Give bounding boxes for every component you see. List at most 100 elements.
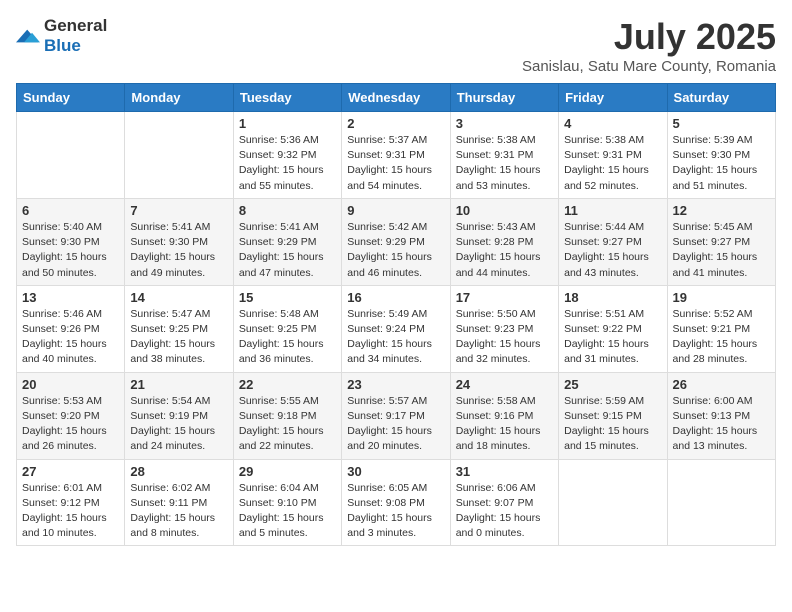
col-sunday: Sunday bbox=[17, 84, 125, 112]
day-number: 10 bbox=[456, 203, 553, 218]
day-number: 11 bbox=[564, 203, 661, 218]
day-info: Sunrise: 5:48 AM Sunset: 9:25 PM Dayligh… bbox=[239, 307, 336, 368]
day-number: 3 bbox=[456, 116, 553, 131]
calendar-week-row: 6 Sunrise: 5:40 AM Sunset: 9:30 PM Daylig… bbox=[17, 198, 776, 285]
calendar-cell: 5 Sunrise: 5:39 AM Sunset: 9:30 PM Daylig… bbox=[667, 112, 775, 199]
logo-icon bbox=[16, 26, 40, 46]
day-number: 6 bbox=[22, 203, 119, 218]
calendar-cell: 26Sunrise: 6:00 AM Sunset: 9:13 PM Dayli… bbox=[667, 372, 775, 459]
day-number: 8 bbox=[239, 203, 336, 218]
calendar-cell: 20Sunrise: 5:53 AM Sunset: 9:20 PM Dayli… bbox=[17, 372, 125, 459]
day-info: Sunrise: 5:41 AM Sunset: 9:29 PM Dayligh… bbox=[239, 220, 336, 281]
calendar-cell: 7 Sunrise: 5:41 AM Sunset: 9:30 PM Daylig… bbox=[125, 198, 233, 285]
calendar-cell: 30 Sunrise: 6:05 AM Sunset: 9:08 PM Dayli… bbox=[342, 459, 450, 546]
calendar-header-row: Sunday Monday Tuesday Wednesday Thursday… bbox=[17, 84, 776, 112]
day-info: Sunrise: 5:40 AM Sunset: 9:30 PM Dayligh… bbox=[22, 220, 119, 281]
day-number: 30 bbox=[347, 464, 444, 479]
day-info: Sunrise: 5:46 AM Sunset: 9:26 PM Dayligh… bbox=[22, 307, 119, 368]
day-info: Sunrise: 5:57 AM Sunset: 9:17 PM Dayligh… bbox=[347, 394, 444, 455]
day-number: 5 bbox=[673, 116, 770, 131]
day-number: 16 bbox=[347, 290, 444, 305]
calendar-cell: 24Sunrise: 5:58 AM Sunset: 9:16 PM Dayli… bbox=[450, 372, 558, 459]
day-info: Sunrise: 5:52 AM Sunset: 9:21 PM Dayligh… bbox=[673, 307, 770, 368]
calendar-cell bbox=[559, 459, 667, 546]
calendar-cell: 6 Sunrise: 5:40 AM Sunset: 9:30 PM Daylig… bbox=[17, 198, 125, 285]
calendar-cell: 19Sunrise: 5:52 AM Sunset: 9:21 PM Dayli… bbox=[667, 285, 775, 372]
day-number: 17 bbox=[456, 290, 553, 305]
logo: General Blue bbox=[16, 16, 107, 56]
day-number: 29 bbox=[239, 464, 336, 479]
day-number: 12 bbox=[673, 203, 770, 218]
day-info: Sunrise: 5:47 AM Sunset: 9:25 PM Dayligh… bbox=[130, 307, 227, 368]
calendar-week-row: 1Sunrise: 5:36 AM Sunset: 9:32 PM Daylig… bbox=[17, 112, 776, 199]
calendar-cell: 9 Sunrise: 5:42 AM Sunset: 9:29 PM Daylig… bbox=[342, 198, 450, 285]
calendar-table: Sunday Monday Tuesday Wednesday Thursday… bbox=[16, 83, 776, 546]
day-number: 23 bbox=[347, 377, 444, 392]
calendar-cell: 10 Sunrise: 5:43 AM Sunset: 9:28 PM Dayli… bbox=[450, 198, 558, 285]
calendar-cell bbox=[17, 112, 125, 199]
calendar-cell: 2 Sunrise: 5:37 AM Sunset: 9:31 PM Daylig… bbox=[342, 112, 450, 199]
calendar-cell: 1Sunrise: 5:36 AM Sunset: 9:32 PM Daylig… bbox=[233, 112, 341, 199]
day-number: 31 bbox=[456, 464, 553, 479]
day-info: Sunrise: 5:37 AM Sunset: 9:31 PM Dayligh… bbox=[347, 133, 444, 194]
day-number: 28 bbox=[130, 464, 227, 479]
col-friday: Friday bbox=[559, 84, 667, 112]
day-number: 22 bbox=[239, 377, 336, 392]
calendar-week-row: 27 Sunrise: 6:01 AM Sunset: 9:12 PM Dayli… bbox=[17, 459, 776, 546]
page-header: General Blue July 2025 Sanislau, Satu Ma… bbox=[16, 16, 776, 75]
day-info: Sunrise: 5:39 AM Sunset: 9:30 PM Dayligh… bbox=[673, 133, 770, 194]
calendar-cell: 18 Sunrise: 5:51 AM Sunset: 9:22 PM Dayli… bbox=[559, 285, 667, 372]
title-area: July 2025 Sanislau, Satu Mare County, Ro… bbox=[522, 16, 776, 75]
calendar-cell: 4Sunrise: 5:38 AM Sunset: 9:31 PM Daylig… bbox=[559, 112, 667, 199]
calendar-cell: 15 Sunrise: 5:48 AM Sunset: 9:25 PM Dayli… bbox=[233, 285, 341, 372]
calendar-cell: 17 Sunrise: 5:50 AM Sunset: 9:23 PM Dayli… bbox=[450, 285, 558, 372]
calendar-cell: 29 Sunrise: 6:04 AM Sunset: 9:10 PM Dayli… bbox=[233, 459, 341, 546]
day-info: Sunrise: 5:44 AM Sunset: 9:27 PM Dayligh… bbox=[564, 220, 661, 281]
day-info: Sunrise: 5:54 AM Sunset: 9:19 PM Dayligh… bbox=[130, 394, 227, 455]
day-info: Sunrise: 5:55 AM Sunset: 9:18 PM Dayligh… bbox=[239, 394, 336, 455]
day-info: Sunrise: 6:04 AM Sunset: 9:10 PM Dayligh… bbox=[239, 481, 336, 542]
day-number: 2 bbox=[347, 116, 444, 131]
day-number: 7 bbox=[130, 203, 227, 218]
calendar-cell: 12Sunrise: 5:45 AM Sunset: 9:27 PM Dayli… bbox=[667, 198, 775, 285]
logo-general: General bbox=[44, 16, 107, 35]
calendar-cell: 22 Sunrise: 5:55 AM Sunset: 9:18 PM Dayli… bbox=[233, 372, 341, 459]
location-subtitle: Sanislau, Satu Mare County, Romania bbox=[522, 58, 776, 75]
day-number: 1 bbox=[239, 116, 336, 131]
calendar-cell: 31 Sunrise: 6:06 AM Sunset: 9:07 PM Dayli… bbox=[450, 459, 558, 546]
month-title: July 2025 bbox=[522, 16, 776, 58]
calendar-cell: 14Sunrise: 5:47 AM Sunset: 9:25 PM Dayli… bbox=[125, 285, 233, 372]
day-number: 9 bbox=[347, 203, 444, 218]
day-info: Sunrise: 6:05 AM Sunset: 9:08 PM Dayligh… bbox=[347, 481, 444, 542]
calendar-cell: 11 Sunrise: 5:44 AM Sunset: 9:27 PM Dayli… bbox=[559, 198, 667, 285]
day-info: Sunrise: 6:01 AM Sunset: 9:12 PM Dayligh… bbox=[22, 481, 119, 542]
day-info: Sunrise: 5:38 AM Sunset: 9:31 PM Dayligh… bbox=[456, 133, 553, 194]
calendar-cell: 27 Sunrise: 6:01 AM Sunset: 9:12 PM Dayli… bbox=[17, 459, 125, 546]
calendar-week-row: 20Sunrise: 5:53 AM Sunset: 9:20 PM Dayli… bbox=[17, 372, 776, 459]
day-info: Sunrise: 5:51 AM Sunset: 9:22 PM Dayligh… bbox=[564, 307, 661, 368]
day-info: Sunrise: 6:02 AM Sunset: 9:11 PM Dayligh… bbox=[130, 481, 227, 542]
calendar-cell bbox=[667, 459, 775, 546]
day-info: Sunrise: 5:42 AM Sunset: 9:29 PM Dayligh… bbox=[347, 220, 444, 281]
day-info: Sunrise: 5:50 AM Sunset: 9:23 PM Dayligh… bbox=[456, 307, 553, 368]
day-info: Sunrise: 5:43 AM Sunset: 9:28 PM Dayligh… bbox=[456, 220, 553, 281]
day-number: 15 bbox=[239, 290, 336, 305]
day-number: 4 bbox=[564, 116, 661, 131]
calendar-week-row: 13 Sunrise: 5:46 AM Sunset: 9:26 PM Dayli… bbox=[17, 285, 776, 372]
col-monday: Monday bbox=[125, 84, 233, 112]
col-saturday: Saturday bbox=[667, 84, 775, 112]
calendar-cell: 28 Sunrise: 6:02 AM Sunset: 9:11 PM Dayli… bbox=[125, 459, 233, 546]
day-number: 18 bbox=[564, 290, 661, 305]
day-number: 27 bbox=[22, 464, 119, 479]
calendar-cell: 13 Sunrise: 5:46 AM Sunset: 9:26 PM Dayli… bbox=[17, 285, 125, 372]
col-wednesday: Wednesday bbox=[342, 84, 450, 112]
calendar-cell: 21Sunrise: 5:54 AM Sunset: 9:19 PM Dayli… bbox=[125, 372, 233, 459]
calendar-cell: 8 Sunrise: 5:41 AM Sunset: 9:29 PM Daylig… bbox=[233, 198, 341, 285]
day-info: Sunrise: 6:06 AM Sunset: 9:07 PM Dayligh… bbox=[456, 481, 553, 542]
day-number: 13 bbox=[22, 290, 119, 305]
col-thursday: Thursday bbox=[450, 84, 558, 112]
calendar-cell: 23 Sunrise: 5:57 AM Sunset: 9:17 PM Dayli… bbox=[342, 372, 450, 459]
day-info: Sunrise: 5:41 AM Sunset: 9:30 PM Dayligh… bbox=[130, 220, 227, 281]
calendar-cell: 3 Sunrise: 5:38 AM Sunset: 9:31 PM Daylig… bbox=[450, 112, 558, 199]
day-info: Sunrise: 5:58 AM Sunset: 9:16 PM Dayligh… bbox=[456, 394, 553, 455]
